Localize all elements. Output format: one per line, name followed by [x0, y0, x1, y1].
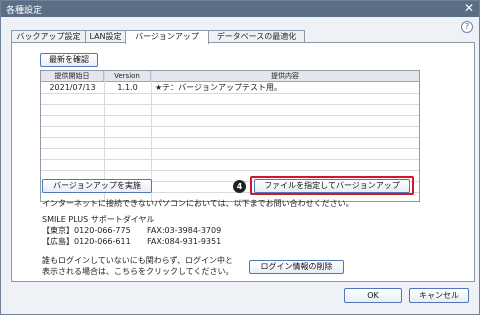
close-icon[interactable]: ✕: [464, 1, 474, 16]
window-title: 各種設定: [6, 6, 43, 16]
ok-button[interactable]: OK: [344, 288, 402, 303]
run-update-button[interactable]: バージョンアップを実施: [42, 179, 152, 193]
step-badge: 4: [233, 180, 246, 193]
file-update-button[interactable]: ファイルを指定してバージョンアップ: [254, 179, 410, 193]
row-divider: [41, 137, 419, 138]
row-divider: [41, 115, 419, 116]
support-tokyo-phone: 【東京】0120-066-775: [42, 226, 131, 235]
row-divider: [41, 170, 419, 171]
cell-date: 2021/07/13: [49, 83, 96, 92]
row-divider: [41, 159, 419, 160]
help-icon[interactable]: ?: [461, 21, 473, 33]
column-header-content: 提供内容: [151, 71, 419, 82]
row-divider: [41, 104, 419, 105]
support-hiroshima-fax: FAX:084-931-9351: [147, 237, 222, 246]
login-note-line2: 表示される場合は、こちらをクリックしてください。: [42, 267, 234, 276]
column-header-date: 提供開始日: [41, 71, 104, 82]
row-divider: [41, 126, 419, 127]
cell-version: 1.1.0: [117, 83, 138, 92]
login-note-line1: 誰もログインしていないにも関わらず、ログイン中と: [42, 256, 234, 265]
support-hiroshima-phone: 【広島】0120-066-611: [42, 237, 131, 246]
cancel-button[interactable]: キャンセル: [409, 288, 469, 303]
support-tokyo-fax: FAX:03-3984-3709: [147, 226, 222, 235]
clear-login-button[interactable]: ログイン情報の削除: [249, 260, 344, 274]
row-divider: [41, 148, 419, 149]
settings-dialog: 各種設定 ✕ ? バックアップ設定 LAN設定 バージョンアップ データベースの…: [0, 0, 480, 315]
tab-version-update[interactable]: バージョンアップ: [125, 30, 209, 44]
support-title: SMILE PLUS サポートダイヤル: [42, 215, 155, 224]
check-latest-button[interactable]: 最新を確認: [40, 53, 98, 67]
column-header-version: Version: [104, 71, 151, 82]
title-bar: 各種設定 ✕: [1, 1, 479, 17]
row-divider: [41, 93, 419, 94]
offline-note: インターネットに接続できないパソコンにおいては、以下までお問い合わせください。: [42, 199, 354, 208]
cell-content: ★テ：バージョンアップテスト用。: [155, 83, 283, 92]
version-update-panel: 最新を確認 提供開始日 Version 提供内容 2021/07/13 1.1.…: [11, 42, 475, 282]
